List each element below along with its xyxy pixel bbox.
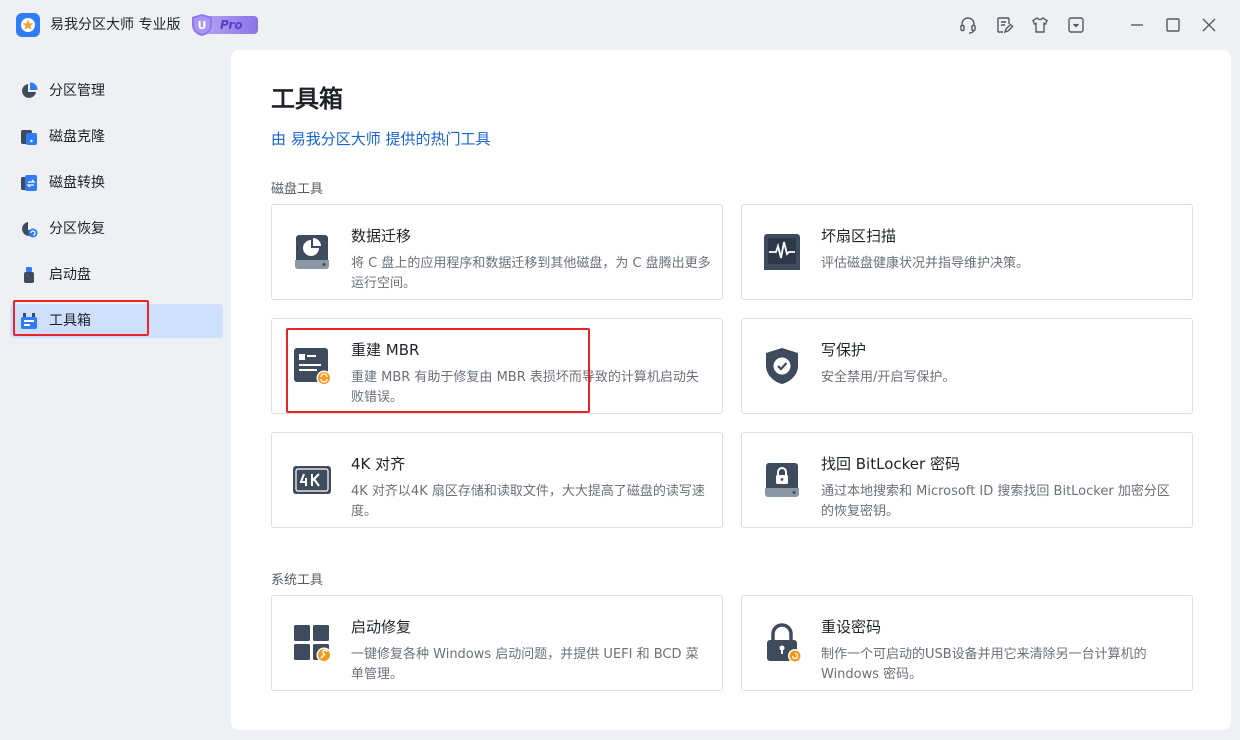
minimize-icon[interactable] [1127, 15, 1147, 35]
tool-card-title: 4K 对齐 [351, 455, 406, 473]
rebuild-mbr-icon [294, 348, 332, 386]
tool-card-title: 坏扇区扫描 [821, 227, 897, 245]
sidebar-item-label: 分区管理 [49, 83, 105, 99]
toolbox-icon [21, 313, 37, 329]
partition-recovery-icon [22, 222, 38, 238]
pro-badge[interactable]: U Pro [190, 13, 258, 37]
tool-card-desc: 重建 MBR 有助于修复由 MBR 表损坏而导致的计算机启动失败错误。 [351, 370, 699, 405]
app-title: 易我分区大师 专业版 [50, 17, 181, 33]
dropdown-box-icon[interactable] [1066, 15, 1086, 35]
app-logo-icon [16, 13, 40, 37]
tool-card-desc: 评估磁盘健康状况并指导维护决策。 [821, 256, 1030, 271]
tshirt-icon[interactable] [1030, 15, 1050, 35]
tool-card-rebuild-mbr[interactable]: 重建 MBR 重建 MBR 有助于修复由 MBR 表损坏而导致的计算机启动失败错… [271, 318, 723, 414]
reset-password-icon [767, 623, 802, 663]
4k-align-icon [293, 466, 331, 494]
pie-chart-icon [22, 82, 38, 98]
headset-icon[interactable] [958, 15, 978, 35]
tool-card-bitlocker[interactable]: 找回 BitLocker 密码 通过本地搜索和 Microsoft ID 搜索找… [741, 432, 1193, 528]
bitlocker-lock-icon [765, 463, 799, 497]
sidebar-item-partition-recovery[interactable]: 分区恢复 [10, 212, 223, 246]
tool-card-4k-align[interactable]: 4K 对齐 4K 对齐以4K 扇区存储和读取文件，大大提高了磁盘的读写速度。 [271, 432, 723, 528]
tool-card-title: 数据迁移 [351, 227, 412, 245]
usb-drive-icon [24, 267, 34, 283]
tool-card-reset-password[interactable]: 重设密码 制作一个可启动的USB设备并用它来清除另一台计算机的 Windows … [741, 595, 1193, 691]
sidebar-item-label: 启动盘 [49, 267, 91, 283]
title-bar: 易我分区大师 专业版 U Pro [0, 0, 1240, 50]
sidebar-item-label: 磁盘克隆 [49, 129, 105, 145]
tool-card-desc: 将 C 盘上的应用程序和数据迁移到其他磁盘，为 C 盘腾出更多运行空间。 [351, 256, 711, 291]
edit-note-icon[interactable] [994, 15, 1014, 35]
section-label-disk-tools: 磁盘工具 [271, 182, 324, 197]
tool-card-title: 启动修复 [351, 618, 412, 636]
sidebar-item-label: 分区恢复 [49, 221, 105, 237]
sidebar-item-disk-convert[interactable]: 磁盘转换 [10, 166, 223, 200]
disk-convert-icon [21, 175, 37, 191]
page-title: 工具箱 [271, 85, 343, 113]
data-migration-icon [295, 235, 329, 269]
pro-badge-text: Pro [220, 18, 243, 32]
tool-card-data-migration[interactable]: 数据迁移 将 C 盘上的应用程序和数据迁移到其他磁盘，为 C 盘腾出更多运行空间… [271, 204, 723, 300]
maximize-icon[interactable] [1163, 15, 1183, 35]
tool-card-boot-repair[interactable]: 启动修复 一键修复各种 Windows 启动问题，并提供 UEFI 和 BCD … [271, 595, 723, 691]
page-subtitle: 由 易我分区大师 提供的热门工具 [271, 130, 491, 148]
sidebar-item-toolbox[interactable]: 工具箱 [10, 304, 223, 338]
sidebar-item-label: 工具箱 [49, 313, 91, 329]
tool-card-title: 写保护 [821, 341, 867, 359]
sidebar-item-label: 磁盘转换 [49, 175, 105, 191]
section-label-system-tools: 系统工具 [271, 573, 324, 588]
tool-card-desc: 通过本地搜索和 Microsoft ID 搜索找回 BitLocker 加密分区… [821, 484, 1170, 519]
pro-shield-icon: U [192, 14, 212, 36]
close-icon[interactable] [1199, 15, 1219, 35]
tool-card-title: 重设密码 [821, 618, 882, 636]
main-panel: 工具箱 由 易我分区大师 提供的热门工具 磁盘工具 数据迁移 将 C 盘上的应用… [231, 50, 1231, 730]
tool-card-write-protect[interactable]: 写保护 安全禁用/开启写保护。 [741, 318, 1193, 414]
tool-card-desc: 制作一个可启动的USB设备并用它来清除另一台计算机的 Windows 密码。 [821, 647, 1147, 682]
tool-card-title: 找回 BitLocker 密码 [821, 455, 960, 473]
disk-clone-icon [21, 130, 37, 145]
bad-sector-scan-icon [764, 234, 800, 270]
tool-card-desc: 安全禁用/开启写保护。 [821, 370, 956, 385]
tool-card-desc: 一键修复各种 Windows 启动问题，并提供 UEFI 和 BCD 菜单管理。 [351, 647, 699, 682]
tool-card-bad-sector-scan[interactable]: 坏扇区扫描 评估磁盘健康状况并指导维护决策。 [741, 204, 1193, 300]
badge-letter: U [198, 19, 207, 32]
tool-card-title: 重建 MBR [351, 341, 420, 359]
sidebar-item-disk-clone[interactable]: 磁盘克隆 [10, 120, 223, 154]
tool-card-desc: 4K 对齐以4K 扇区存储和读取文件，大大提高了磁盘的读写速度。 [351, 484, 705, 519]
shield-check-icon [766, 348, 798, 384]
boot-repair-icon [294, 625, 332, 663]
sidebar-item-partition-manage[interactable]: 分区管理 [10, 74, 223, 108]
sidebar-item-boot-disk[interactable]: 启动盘 [10, 258, 223, 292]
